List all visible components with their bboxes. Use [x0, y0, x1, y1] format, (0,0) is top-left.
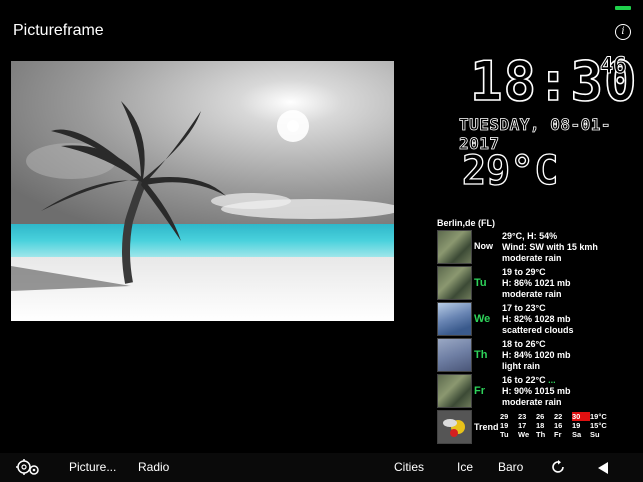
rain-icon: [437, 266, 472, 300]
weather-line: H: 86% 1021 mb: [502, 278, 571, 288]
trend-high: 26: [536, 412, 545, 421]
trend-low: 18: [536, 421, 545, 430]
weather-line: H: 90% 1015 mb: [502, 386, 571, 396]
photo-reflection: [11, 321, 394, 421]
trend-low: 16: [554, 421, 563, 430]
bottom-toolbar: Picture... Radio Cities Ice Baro: [0, 453, 643, 482]
weather-line: 19 to 29°C: [502, 267, 546, 277]
trend-low: 15°C: [590, 421, 607, 430]
weather-line: light rain: [502, 361, 540, 371]
trend-day: Tu: [500, 430, 509, 439]
weather-line: H: 82% 1028 mb: [502, 314, 571, 324]
photo-frame[interactable]: [11, 61, 394, 321]
trend-day: Fr: [554, 430, 562, 439]
beach-photo: [11, 61, 394, 321]
weather-day: Th: [474, 349, 488, 361]
radio-button[interactable]: Radio: [138, 460, 169, 474]
rain-icon: [437, 374, 472, 408]
weather-row-fr[interactable]: Fr 16 to 22°C ... H: 90% 1015 mb moderat…: [437, 374, 637, 408]
refresh-icon[interactable]: [550, 459, 566, 480]
trend-high: 19°C: [590, 412, 607, 421]
trend-low: 19: [500, 421, 509, 430]
trend-high: 29: [500, 412, 509, 421]
weather-day: Fr: [474, 385, 485, 397]
weather-day: Now: [474, 241, 493, 251]
weather-line: moderate rain: [502, 289, 562, 299]
trend-day: We: [518, 430, 530, 439]
trend-day: Sa: [572, 430, 582, 439]
weather-row-we[interactable]: We 17 to 23°C H: 82% 1028 mb scattered c…: [437, 302, 637, 336]
weather-day: Tu: [474, 277, 487, 289]
trend-day: Th: [536, 430, 546, 439]
weather-row-trend[interactable]: Trend 29 23 26 22 30 19°C 19 17 18 16 19…: [437, 410, 637, 444]
weather-row-tu[interactable]: Tu 19 to 29°C H: 86% 1021 mb moderate ra…: [437, 266, 637, 300]
trend-high: 23: [518, 412, 527, 421]
picture-button[interactable]: Picture...: [69, 460, 116, 474]
trend-high: 30: [572, 412, 590, 421]
light-rain-icon: [437, 338, 472, 372]
trend-day: Su: [590, 430, 600, 439]
baro-button[interactable]: Baro: [498, 460, 523, 474]
ice-button[interactable]: Ice: [457, 460, 473, 474]
gears-icon[interactable]: [15, 457, 41, 482]
trend-high: 22: [554, 412, 563, 421]
clock-seconds: 46: [600, 54, 627, 80]
clock-time: 18:30: [469, 49, 638, 114]
cities-button[interactable]: Cities: [394, 460, 424, 474]
clouds-icon: [437, 302, 472, 336]
weather-row-now[interactable]: Now 29°C, H: 54% Wind: SW with 15 kmh mo…: [437, 230, 637, 264]
trend-low: 19: [572, 421, 581, 430]
current-temperature: 29°C: [461, 147, 559, 194]
weather-line: 18 to 26°C: [502, 339, 546, 349]
more-indicator: ...: [548, 375, 556, 385]
weather-line: scattered clouds: [502, 325, 574, 335]
weather-line: 16 to 22°C: [502, 375, 546, 385]
battery-indicator: [615, 6, 631, 10]
weather-line: moderate rain: [502, 253, 562, 263]
app-title: Pictureframe: [13, 22, 104, 39]
weather-line: 17 to 23°C: [502, 303, 546, 313]
rain-icon: [437, 230, 472, 264]
trend-low: 17: [518, 421, 527, 430]
weather-line: 29°C, H: 54%: [502, 231, 558, 241]
weather-line: H: 84% 1020 mb: [502, 350, 571, 360]
info-button[interactable]: i: [615, 24, 631, 40]
weather-line: Wind: SW with 15 kmh: [502, 242, 598, 252]
trend-label: Trend: [474, 422, 499, 432]
weather-location[interactable]: Berlin,de (FL): [437, 218, 495, 228]
back-triangle-icon[interactable]: [598, 461, 608, 479]
trend-table: 29 23 26 22 30 19°C 19 17 18 16 19 15°C …: [500, 412, 612, 439]
weather-row-th[interactable]: Th 18 to 26°C H: 84% 1020 mb light rain: [437, 338, 637, 372]
weather-line: moderate rain: [502, 397, 562, 407]
trend-weather-icon: [437, 410, 472, 444]
weather-day: We: [474, 313, 491, 325]
